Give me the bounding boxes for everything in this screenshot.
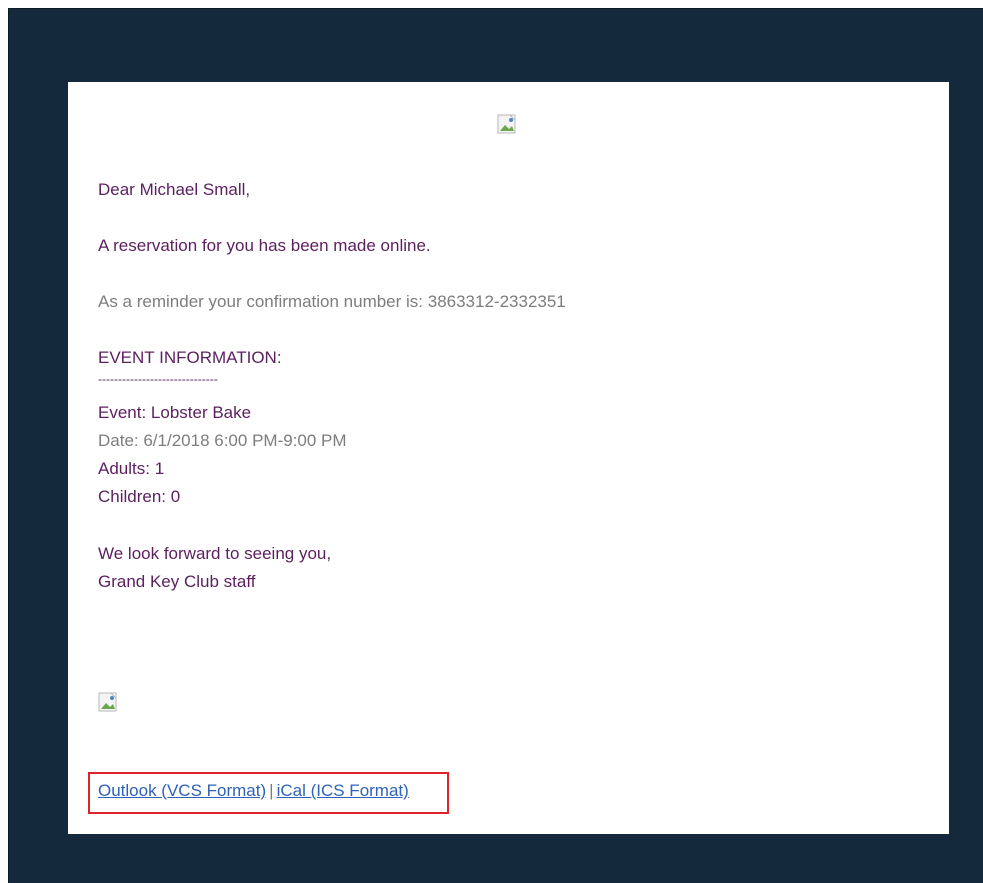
closing-text: We look forward to seeing you, bbox=[98, 544, 332, 563]
footer-image-icon bbox=[98, 692, 120, 714]
email-body: Dear Michael Small, A reservation for yo… bbox=[68, 82, 949, 834]
signature: Grand Key Club staff bbox=[98, 572, 256, 591]
adults-count: Adults: 1 bbox=[98, 459, 165, 478]
event-date: Date: 6/1/2018 6:00 PM-9:00 PM bbox=[98, 431, 347, 450]
ical-ics-link[interactable]: iCal (ICS Format) bbox=[277, 781, 409, 800]
divider-dashes: ------------------------------ bbox=[98, 372, 218, 386]
link-separator: | bbox=[269, 781, 274, 800]
intro-text: A reservation for you has been made onli… bbox=[98, 236, 431, 255]
greeting: Dear Michael Small, bbox=[98, 180, 251, 199]
event-name: Event: Lobster Bake bbox=[98, 403, 252, 422]
children-count: Children: 0 bbox=[98, 487, 181, 506]
header-image-icon bbox=[497, 114, 519, 136]
section-title: EVENT INFORMATION: bbox=[98, 348, 282, 367]
outlook-vcs-link[interactable]: Outlook (VCS Format) bbox=[98, 781, 266, 800]
email-viewer-frame: Dear Michael Small, A reservation for yo… bbox=[8, 8, 983, 883]
confirmation-text: As a reminder your confirmation number i… bbox=[98, 292, 566, 311]
calendar-links: Outlook (VCS Format) | iCal (ICS Format) bbox=[98, 777, 409, 805]
